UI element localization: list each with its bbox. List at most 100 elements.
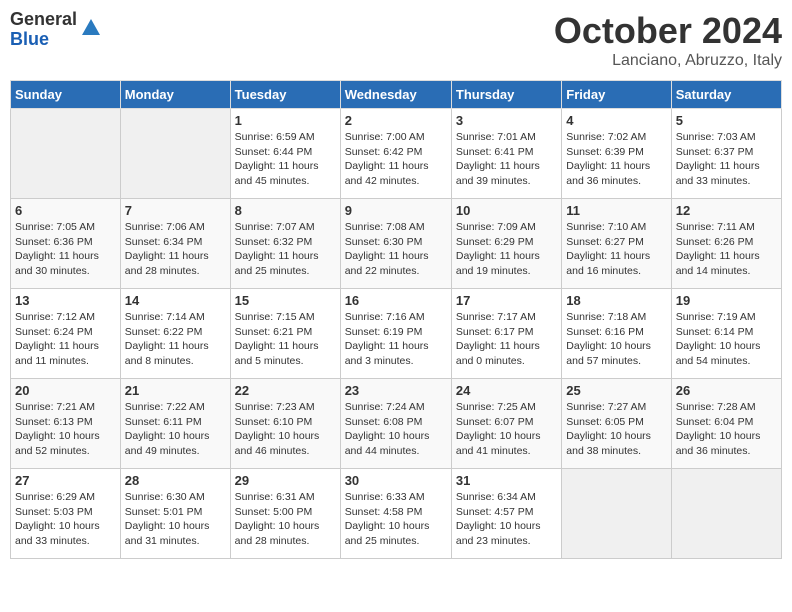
day-info: Sunrise: 7:12 AM Sunset: 6:24 PM Dayligh… [15, 310, 116, 369]
logo-blue: Blue [10, 30, 77, 50]
day-info: Sunrise: 7:15 AM Sunset: 6:21 PM Dayligh… [235, 310, 336, 369]
day-number: 3 [456, 113, 557, 128]
calendar-day-cell: 7 Sunrise: 7:06 AM Sunset: 6:34 PM Daylig… [120, 199, 230, 289]
calendar-day-cell: 28 Sunrise: 6:30 AM Sunset: 5:01 PM Dayli… [120, 469, 230, 559]
day-number: 9 [345, 203, 447, 218]
calendar-week-row: 6 Sunrise: 7:05 AM Sunset: 6:36 PM Daylig… [11, 199, 782, 289]
calendar-day-cell: 29Sunrise: 6:31 AM Sunset: 5:00 PM Dayli… [230, 469, 340, 559]
day-number: 29 [235, 473, 336, 488]
day-info: Sunrise: 6:33 AM Sunset: 4:58 PM Dayligh… [345, 490, 447, 549]
day-info: Sunrise: 7:02 AM Sunset: 6:39 PM Dayligh… [566, 130, 666, 189]
day-number: 19 [676, 293, 777, 308]
calendar-week-row: 20Sunrise: 7:21 AM Sunset: 6:13 PM Dayli… [11, 379, 782, 469]
day-info: Sunrise: 7:00 AM Sunset: 6:42 PM Dayligh… [345, 130, 447, 189]
day-number: 14 [125, 293, 226, 308]
calendar-day-cell: 3Sunrise: 7:01 AM Sunset: 6:41 PM Daylig… [451, 109, 561, 199]
day-info: Sunrise: 7:16 AM Sunset: 6:19 PM Dayligh… [345, 310, 447, 369]
calendar-day-cell: 24 Sunrise: 7:25 AM Sunset: 6:07 PM Dayli… [451, 379, 561, 469]
day-number: 12 [676, 203, 777, 218]
day-number: 5 [676, 113, 777, 128]
calendar-week-row: 27 Sunrise: 6:29 AM Sunset: 5:03 PM Dayli… [11, 469, 782, 559]
weekday-header: Thursday [451, 81, 561, 109]
calendar-day-cell: 1 Sunrise: 6:59 AM Sunset: 6:44 PM Daylig… [230, 109, 340, 199]
day-info: Sunrise: 7:05 AM Sunset: 6:36 PM Dayligh… [15, 220, 116, 279]
weekday-header: Wednesday [340, 81, 451, 109]
day-number: 30 [345, 473, 447, 488]
calendar-day-cell: 27 Sunrise: 6:29 AM Sunset: 5:03 PM Dayli… [11, 469, 121, 559]
day-info: Sunrise: 7:17 AM Sunset: 6:17 PM Dayligh… [456, 310, 557, 369]
day-number: 23 [345, 383, 447, 398]
day-number: 13 [15, 293, 116, 308]
day-number: 17 [456, 293, 557, 308]
calendar-day-cell: 23 Sunrise: 7:24 AM Sunset: 6:08 PM Dayli… [340, 379, 451, 469]
day-info: Sunrise: 7:23 AM Sunset: 6:10 PM Dayligh… [235, 400, 336, 459]
calendar-table: SundayMondayTuesdayWednesdayThursdayFrid… [10, 80, 782, 559]
calendar-day-cell: 15 Sunrise: 7:15 AM Sunset: 6:21 PM Dayli… [230, 289, 340, 379]
day-info: Sunrise: 7:22 AM Sunset: 6:11 PM Dayligh… [125, 400, 226, 459]
day-number: 10 [456, 203, 557, 218]
calendar-day-cell: 18Sunrise: 7:18 AM Sunset: 6:16 PM Dayli… [562, 289, 671, 379]
calendar-day-cell: 12 Sunrise: 7:11 AM Sunset: 6:26 PM Dayli… [671, 199, 781, 289]
calendar-day-cell: 21Sunrise: 7:22 AM Sunset: 6:11 PM Dayli… [120, 379, 230, 469]
day-info: Sunrise: 7:10 AM Sunset: 6:27 PM Dayligh… [566, 220, 666, 279]
calendar-day-cell: 26 Sunrise: 7:28 AM Sunset: 6:04 PM Dayli… [671, 379, 781, 469]
day-number: 4 [566, 113, 666, 128]
day-info: Sunrise: 6:59 AM Sunset: 6:44 PM Dayligh… [235, 130, 336, 189]
calendar-day-cell: 13 Sunrise: 7:12 AM Sunset: 6:24 PM Dayli… [11, 289, 121, 379]
calendar-day-cell: 17 Sunrise: 7:17 AM Sunset: 6:17 PM Dayli… [451, 289, 561, 379]
weekday-header: Tuesday [230, 81, 340, 109]
calendar-day-cell: 25Sunrise: 7:27 AM Sunset: 6:05 PM Dayli… [562, 379, 671, 469]
day-info: Sunrise: 6:30 AM Sunset: 5:01 PM Dayligh… [125, 490, 226, 549]
day-number: 1 [235, 113, 336, 128]
logo-icon [80, 17, 102, 39]
calendar-day-cell: 20Sunrise: 7:21 AM Sunset: 6:13 PM Dayli… [11, 379, 121, 469]
day-number: 26 [676, 383, 777, 398]
day-info: Sunrise: 6:29 AM Sunset: 5:03 PM Dayligh… [15, 490, 116, 549]
day-number: 15 [235, 293, 336, 308]
day-info: Sunrise: 7:28 AM Sunset: 6:04 PM Dayligh… [676, 400, 777, 459]
day-info: Sunrise: 7:14 AM Sunset: 6:22 PM Dayligh… [125, 310, 226, 369]
day-info: Sunrise: 7:18 AM Sunset: 6:16 PM Dayligh… [566, 310, 666, 369]
calendar-day-cell [120, 109, 230, 199]
calendar-day-cell: 6 Sunrise: 7:05 AM Sunset: 6:36 PM Daylig… [11, 199, 121, 289]
calendar-day-cell [11, 109, 121, 199]
calendar-week-row: 13 Sunrise: 7:12 AM Sunset: 6:24 PM Dayli… [11, 289, 782, 379]
day-info: Sunrise: 7:06 AM Sunset: 6:34 PM Dayligh… [125, 220, 226, 279]
title-section: October 2024 Lanciano, Abruzzo, Italy [554, 10, 782, 70]
day-info: Sunrise: 7:24 AM Sunset: 6:08 PM Dayligh… [345, 400, 447, 459]
calendar-day-cell [671, 469, 781, 559]
day-number: 24 [456, 383, 557, 398]
weekday-header: Saturday [671, 81, 781, 109]
day-number: 31 [456, 473, 557, 488]
calendar-week-row: 1 Sunrise: 6:59 AM Sunset: 6:44 PM Daylig… [11, 109, 782, 199]
day-info: Sunrise: 7:07 AM Sunset: 6:32 PM Dayligh… [235, 220, 336, 279]
calendar-day-cell: 9Sunrise: 7:08 AM Sunset: 6:30 PM Daylig… [340, 199, 451, 289]
logo: General Blue [10, 10, 102, 50]
calendar-day-cell: 5 Sunrise: 7:03 AM Sunset: 6:37 PM Daylig… [671, 109, 781, 199]
day-info: Sunrise: 7:27 AM Sunset: 6:05 PM Dayligh… [566, 400, 666, 459]
day-number: 27 [15, 473, 116, 488]
month-title: October 2024 [554, 10, 782, 52]
day-info: Sunrise: 7:25 AM Sunset: 6:07 PM Dayligh… [456, 400, 557, 459]
calendar-day-cell: 31 Sunrise: 6:34 AM Sunset: 4:57 PM Dayli… [451, 469, 561, 559]
day-number: 28 [125, 473, 226, 488]
page-header: General Blue October 2024 Lanciano, Abru… [10, 10, 782, 70]
day-number: 8 [235, 203, 336, 218]
calendar-day-cell: 2 Sunrise: 7:00 AM Sunset: 6:42 PM Daylig… [340, 109, 451, 199]
calendar-day-cell: 8 Sunrise: 7:07 AM Sunset: 6:32 PM Daylig… [230, 199, 340, 289]
day-info: Sunrise: 7:03 AM Sunset: 6:37 PM Dayligh… [676, 130, 777, 189]
calendar-day-cell: 30 Sunrise: 6:33 AM Sunset: 4:58 PM Dayli… [340, 469, 451, 559]
calendar-day-cell: 16Sunrise: 7:16 AM Sunset: 6:19 PM Dayli… [340, 289, 451, 379]
day-info: Sunrise: 7:09 AM Sunset: 6:29 PM Dayligh… [456, 220, 557, 279]
location: Lanciano, Abruzzo, Italy [554, 52, 782, 70]
calendar-day-cell: 4 Sunrise: 7:02 AM Sunset: 6:39 PM Daylig… [562, 109, 671, 199]
day-info: Sunrise: 7:11 AM Sunset: 6:26 PM Dayligh… [676, 220, 777, 279]
day-number: 6 [15, 203, 116, 218]
day-number: 20 [15, 383, 116, 398]
day-number: 7 [125, 203, 226, 218]
day-number: 22 [235, 383, 336, 398]
weekday-header-row: SundayMondayTuesdayWednesdayThursdayFrid… [11, 81, 782, 109]
day-info: Sunrise: 6:34 AM Sunset: 4:57 PM Dayligh… [456, 490, 557, 549]
weekday-header: Sunday [11, 81, 121, 109]
day-number: 2 [345, 113, 447, 128]
